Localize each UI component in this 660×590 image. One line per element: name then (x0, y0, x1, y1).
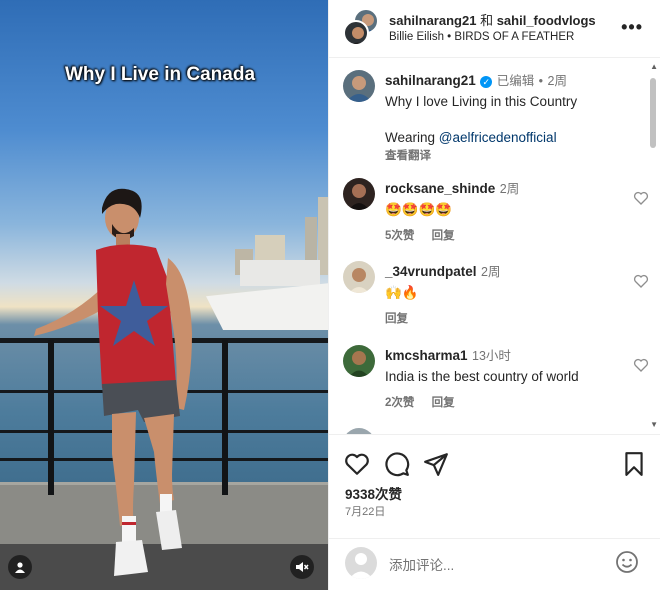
reply-button[interactable]: 回复 (432, 230, 455, 242)
timestamp: 2周 (481, 265, 501, 279)
railing-post (222, 340, 228, 495)
separator-dot: • (538, 74, 544, 88)
comment-text: 🤩🤩🤩🤩 (385, 202, 453, 217)
video-overlay-title: Why I Live in Canada (64, 64, 256, 85)
heart-icon[interactable] (633, 190, 649, 206)
scroll-down-arrow-icon[interactable]: ▼ (650, 420, 658, 429)
timestamp: 2周 (547, 74, 567, 88)
yacht-cabin (240, 260, 320, 286)
mention-link[interactable]: @aelfricedenofficial (439, 130, 557, 145)
post-actions: 9338次赞 7月22日 (329, 434, 660, 538)
bookmark-icon[interactable] (621, 451, 647, 477)
timestamp: 13小时 (472, 349, 511, 363)
emoji-icon[interactable] (615, 550, 639, 574)
artist-name: Billie Eilish (389, 31, 444, 43)
post-header: sahilnarang21 和 sahil_foodvlogs Billie E… (329, 0, 660, 58)
verified-badge-icon: ✓ (480, 76, 493, 88)
avatar-sahil-foodvlogs[interactable] (343, 20, 369, 46)
caption-wearing: Wearing (385, 130, 436, 145)
scrollbar-thumb[interactable] (650, 78, 656, 148)
avatar[interactable] (343, 178, 375, 210)
comment-actions: 5次赞 回复 (385, 227, 625, 243)
heart-icon[interactable] (633, 273, 649, 289)
comment-actions: 回复 (385, 310, 625, 326)
speaker-muted-icon (296, 562, 309, 572)
heart-icon[interactable] (633, 357, 649, 373)
username-link[interactable]: sahil_foodvlogs (497, 13, 596, 28)
timestamp: 2周 (499, 182, 520, 196)
comment-like-count[interactable]: 2次赞 (385, 397, 414, 409)
username-link[interactable]: sahilnarang21 (385, 73, 476, 88)
heart-icon[interactable] (344, 451, 370, 477)
separator-dot: • (447, 31, 452, 43)
scroll-up-arrow-icon[interactable]: ▲ (650, 62, 658, 71)
like-count[interactable]: 9338次赞 (345, 483, 402, 503)
avatar[interactable] (343, 70, 375, 102)
comments-list[interactable]: sahilnarang21 ✓ 已编辑 • 2周 Why I love Livi… (329, 58, 660, 434)
collab-conjunction: 和 (480, 13, 494, 28)
tag-user-button[interactable] (8, 555, 32, 579)
comment-text: India is the best country of world (385, 369, 579, 384)
avatar[interactable] (343, 345, 375, 377)
share-icon[interactable] (423, 451, 449, 477)
comment-actions: 2次赞 回复 (385, 394, 625, 410)
comment-input[interactable]: 添加评论... (389, 554, 454, 574)
audio-attribution[interactable]: Billie Eilish • BIRDS OF A FEATHER (389, 31, 574, 43)
song-title: BIRDS OF A FEATHER (454, 31, 575, 43)
username-link[interactable]: _34vrundpatel (385, 264, 477, 279)
reel-video[interactable]: Why I Live in Canada (0, 0, 328, 590)
reply-button[interactable]: 回复 (385, 313, 408, 325)
comment-icon[interactable] (384, 451, 410, 477)
caption-text: Why I love Living in this Country (385, 94, 578, 109)
more-options-icon[interactable]: ••• (621, 17, 643, 38)
avatar[interactable] (343, 261, 375, 293)
post-date: 7月22日 (345, 506, 386, 518)
username-link[interactable]: rocksane_shinde (385, 181, 495, 196)
collab-usernames: sahilnarang21 和 sahil_foodvlogs (389, 10, 596, 29)
current-user-avatar (345, 547, 377, 579)
mute-button[interactable] (290, 555, 314, 579)
username-link[interactable]: sahilnarang21 (389, 13, 476, 28)
user-icon (15, 562, 25, 573)
caption-wearing-line: Wearing @aelfricedenofficial (385, 129, 625, 147)
post-panel: sahilnarang21 和 sahil_foodvlogs Billie E… (328, 0, 660, 590)
username-link[interactable]: kmcsharma1 (385, 348, 468, 363)
person-figure (34, 188, 192, 576)
reply-button[interactable]: 回复 (432, 397, 455, 409)
edited-label: 已编辑 (496, 74, 535, 88)
see-translation-link[interactable]: 查看翻译 (385, 147, 625, 163)
comment-like-count[interactable]: 5次赞 (385, 230, 414, 242)
comment-text: 🙌🔥 (385, 285, 419, 300)
add-comment-bar: 添加评论... (329, 538, 660, 590)
